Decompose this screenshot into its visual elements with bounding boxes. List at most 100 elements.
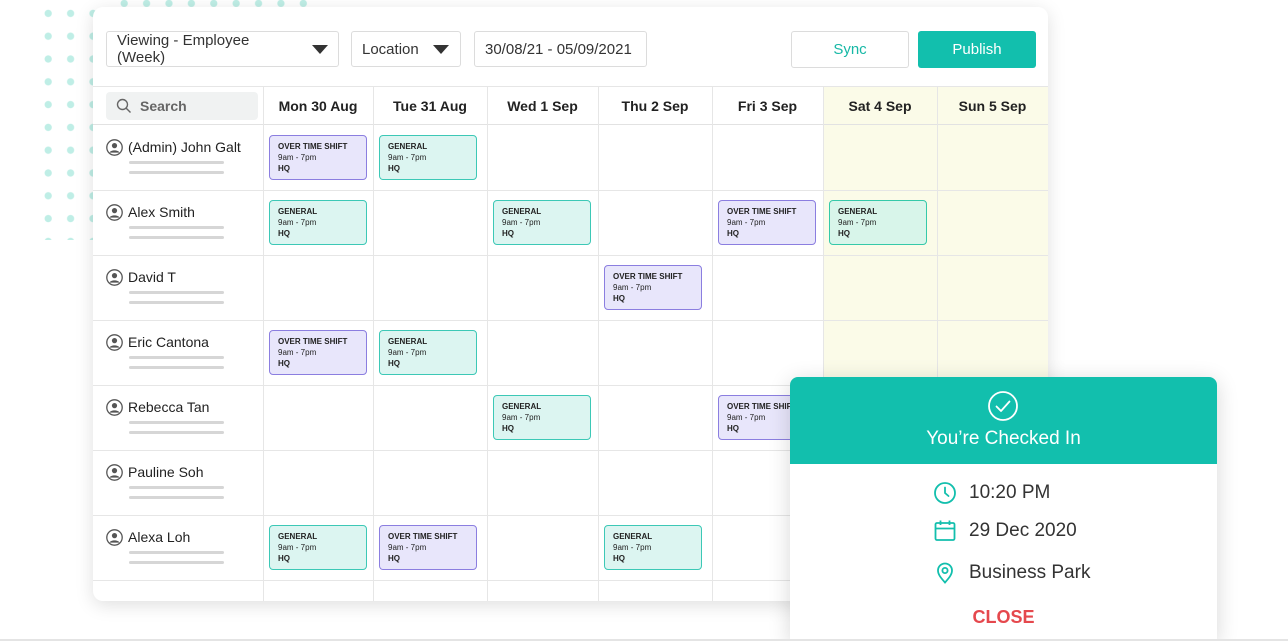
shift-location: HQ	[388, 554, 400, 563]
shift-location: HQ	[278, 229, 290, 238]
shift-time: 9am - 7pm	[502, 413, 541, 422]
employee-row-label[interactable]: Rebecca Tan	[106, 385, 261, 450]
shift-title: GENERAL	[502, 402, 542, 411]
clock-icon	[934, 482, 956, 504]
shift-title: OVER TIME SHIFT	[613, 272, 683, 281]
overtime-shift-card[interactable]: OVER TIME SHIFT 9am - 7pm HQ	[269, 330, 367, 375]
employee-row-label[interactable]: David T	[106, 255, 261, 320]
overtime-shift-card[interactable]: OVER TIME SHIFT 9am - 7pm HQ	[269, 135, 367, 180]
employee-name: Alex Smith	[128, 204, 195, 220]
general-shift-card[interactable]: GENERAL 9am - 7pm HQ	[604, 525, 702, 570]
overtime-shift-card[interactable]: OVER TIME SHIFT 9am - 7pm HQ	[604, 265, 702, 310]
placeholder-bar	[129, 236, 224, 239]
overtime-shift-card[interactable]: OVER TIME SHIFT 9am - 7pm HQ	[379, 525, 477, 570]
general-shift-card[interactable]: GENERAL 9am - 7pm HQ	[269, 525, 367, 570]
search-input[interactable]: Search	[106, 92, 258, 120]
user-avatar-icon	[106, 139, 123, 156]
column-divider	[598, 86, 599, 601]
shift-location: HQ	[278, 164, 290, 173]
shift-title: GENERAL	[388, 142, 428, 151]
general-shift-card[interactable]: GENERAL 9am - 7pm HQ	[379, 330, 477, 375]
employee-name: Pauline Soh	[128, 464, 204, 480]
shift-time: 9am - 7pm	[278, 218, 317, 227]
location-pin-icon	[937, 562, 953, 584]
shift-time: 9am - 7pm	[278, 153, 317, 162]
view-select-value: Viewing - Employee (Week)	[117, 32, 250, 66]
shift-time: 9am - 7pm	[838, 218, 877, 227]
close-button[interactable]: CLOSE	[790, 607, 1217, 628]
day-header: Sun 5 Sep	[937, 86, 1048, 125]
checkin-popup: You’re Checked In 10:20 PM 29 Dec 2020 B…	[790, 377, 1217, 641]
view-select[interactable]: Viewing - Employee (Week)	[106, 31, 339, 67]
shift-title: GENERAL	[838, 207, 878, 216]
shift-title: OVER TIME SHIFT	[278, 337, 348, 346]
general-shift-card[interactable]: GENERAL 9am - 7pm HQ	[829, 200, 927, 245]
checkin-location: Business Park	[969, 562, 1091, 583]
employee-name: (Admin) John Galt	[128, 139, 241, 155]
shift-title: OVER TIME SHIFT	[388, 532, 458, 541]
search-placeholder: Search	[140, 98, 187, 114]
user-avatar-icon	[106, 399, 123, 416]
shift-location: HQ	[278, 359, 290, 368]
toolbar: Viewing - Employee (Week) Location 30/08…	[93, 7, 1048, 86]
checkin-time: 10:20 PM	[969, 482, 1051, 503]
date-range-picker[interactable]: 30/08/21 - 05/09/2021	[474, 31, 647, 67]
shift-location: HQ	[278, 554, 290, 563]
general-shift-card[interactable]: GENERAL 9am - 7pm HQ	[493, 395, 591, 440]
employee-row-label[interactable]: Eric Cantona	[106, 320, 261, 385]
location-select[interactable]: Location	[351, 31, 461, 67]
employee-row-label[interactable]: Alexa Loh	[106, 515, 261, 580]
employee-row-label[interactable]: Alex Smith	[106, 190, 261, 255]
shift-time: 9am - 7pm	[502, 218, 541, 227]
column-divider	[373, 86, 374, 601]
overtime-shift-card[interactable]: OVER TIME SHIFT 9am - 7pm HQ	[718, 200, 816, 245]
publish-button[interactable]: Publish	[918, 31, 1036, 68]
employee-row-label[interactable]: (Admin) John Galt	[106, 125, 261, 190]
search-header-cell: Search	[93, 86, 263, 125]
employee-row-label[interactable]: Pauline Soh	[106, 450, 261, 515]
general-shift-card[interactable]: GENERAL 9am - 7pm HQ	[493, 200, 591, 245]
shift-location: HQ	[502, 229, 514, 238]
placeholder-bar	[129, 161, 224, 164]
placeholder-bar	[129, 226, 224, 229]
user-avatar-icon	[106, 204, 123, 221]
user-avatar-icon	[106, 529, 123, 546]
shift-location: HQ	[388, 164, 400, 173]
checkin-header: You’re Checked In	[790, 377, 1217, 464]
placeholder-bar	[129, 551, 224, 554]
shift-time: 9am - 7pm	[613, 543, 652, 552]
shift-time: 9am - 7pm	[278, 543, 317, 552]
location-select-value: Location	[362, 40, 419, 58]
placeholder-bar	[129, 171, 224, 174]
caret-down-icon	[312, 44, 328, 54]
user-avatar-icon	[106, 269, 123, 286]
shift-time: 9am - 7pm	[388, 543, 427, 552]
employee-name: Eric Cantona	[128, 334, 209, 350]
day-header: Fri 3 Sep	[712, 86, 823, 125]
column-divider	[263, 86, 264, 601]
placeholder-bar	[129, 496, 224, 499]
shift-title: GENERAL	[613, 532, 653, 541]
sync-button[interactable]: Sync	[791, 31, 909, 68]
checkin-time-row: 10:20 PM	[933, 481, 1050, 505]
employee-name: David T	[128, 269, 176, 285]
date-range-value: 30/08/21 - 05/09/2021	[485, 40, 632, 58]
placeholder-bar	[129, 561, 224, 564]
shift-title: GENERAL	[502, 207, 542, 216]
checkin-date-row: 29 Dec 2020	[933, 519, 1077, 543]
user-avatar-icon	[106, 334, 123, 351]
shift-time: 9am - 7pm	[388, 153, 427, 162]
shift-location: HQ	[838, 229, 850, 238]
shift-time: 9am - 7pm	[613, 283, 652, 292]
shift-title: OVER TIME SHIFT	[278, 142, 348, 151]
placeholder-bar	[129, 431, 224, 434]
employee-name: Rebecca Tan	[128, 399, 210, 415]
general-shift-card[interactable]: GENERAL 9am - 7pm HQ	[379, 135, 477, 180]
checkin-date: 29 Dec 2020	[969, 520, 1077, 541]
shift-title: GENERAL	[388, 337, 428, 346]
general-shift-card[interactable]: GENERAL 9am - 7pm HQ	[269, 200, 367, 245]
shift-title: GENERAL	[278, 532, 318, 541]
shift-location: HQ	[613, 554, 625, 563]
placeholder-bar	[129, 421, 224, 424]
checkin-location-row: Business Park	[933, 561, 1090, 585]
